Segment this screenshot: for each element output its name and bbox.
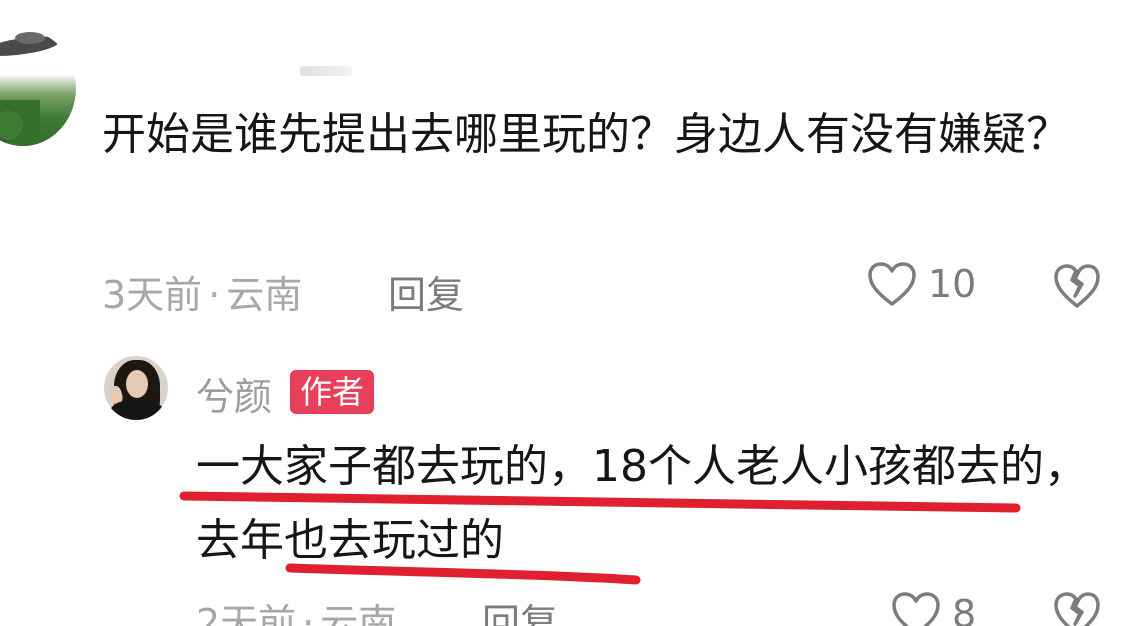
comment-meta: 2天前 · 云南 — [196, 592, 396, 626]
like-count: 10 — [928, 262, 977, 306]
separator-dot: · — [208, 273, 221, 317]
dislike-button[interactable] — [1052, 590, 1102, 626]
comment-item: 兮颜 作者 一大家子都去玩的，18个人老人小孩都去的，去年也去玩过的 2天前 · 云… — [0, 340, 1147, 626]
comment-location: 云南 — [320, 601, 397, 626]
author-badge: 作者 — [290, 370, 375, 414]
heart-outline-icon — [892, 592, 940, 626]
avatar-face — [126, 370, 148, 398]
like-count: 8 — [952, 592, 977, 626]
reply-button[interactable]: 回复 — [388, 264, 464, 319]
avatar[interactable] — [0, 30, 76, 146]
reply-button[interactable]: 回复 — [482, 592, 558, 626]
bird-decoration — [15, 32, 45, 44]
author-name[interactable]: 兮颜 — [196, 366, 272, 421]
comment-meta: 3天前 · 云南 — [102, 264, 302, 319]
broken-heart-icon — [1054, 264, 1100, 308]
broken-heart-icon — [1054, 592, 1100, 626]
username-placeholder — [300, 66, 352, 76]
foliage-decoration — [0, 100, 40, 146]
avatar-body — [110, 400, 164, 420]
heart-outline-icon — [868, 262, 916, 306]
comment-item: 开始是谁先提出去哪里玩的？身边人有没有嫌疑？ 3天前 · 云南 回复 10 — [0, 0, 1147, 340]
avatar[interactable] — [104, 356, 168, 420]
comment-text: 开始是谁先提出去哪里玩的？身边人有没有嫌疑？ — [102, 109, 1070, 160]
comment-text: 一大家子都去玩的，18个人老人小孩都去的，去年也去玩过的 — [196, 441, 1088, 566]
comment-time: 3天前 — [102, 273, 203, 317]
like-button[interactable]: 8 — [890, 590, 976, 626]
comment-time: 2天前 — [196, 601, 297, 626]
separator-dot: · — [302, 601, 315, 626]
comment-location: 云南 — [226, 273, 303, 317]
dislike-button[interactable] — [1052, 262, 1102, 310]
like-button[interactable]: 10 — [866, 260, 976, 308]
